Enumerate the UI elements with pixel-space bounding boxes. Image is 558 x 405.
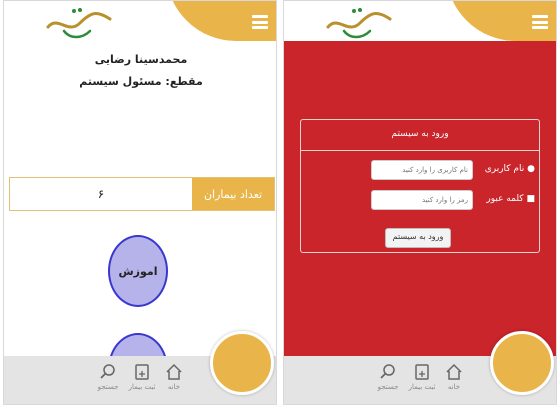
search-icon: [100, 364, 115, 379]
nav-search-label: جستجو: [97, 383, 119, 391]
login-screen: ورود به سیستم ● نام کاربری ■ کلمه عبور و…: [283, 0, 557, 405]
menu-icon[interactable]: [532, 15, 548, 29]
home-icon: [446, 363, 462, 380]
patient-count-value: ۶: [10, 178, 192, 210]
password-label: ■ کلمه عبور: [486, 194, 535, 204]
username-input[interactable]: [371, 160, 473, 180]
login-submit-button[interactable]: ورود به سیستم: [385, 228, 451, 248]
login-title: ورود به سیستم: [391, 129, 449, 139]
nav-register-patient[interactable]: ثبت بیمار: [402, 362, 442, 391]
menu-icon[interactable]: [252, 15, 268, 29]
lock-icon: ■: [526, 194, 535, 204]
profile-name: محمدسینا رضایی: [94, 53, 188, 66]
patient-count-box: ۶ تعداد بیماران: [9, 177, 275, 211]
search-icon: [380, 364, 395, 379]
patient-count-label: تعداد بیماران: [192, 178, 274, 210]
profile-grade: مقطع: مسئول سیستم: [79, 75, 203, 88]
action-fab[interactable]: [210, 331, 274, 395]
login-card: ورود به سیستم ● نام کاربری ■ کلمه عبور و…: [300, 119, 540, 253]
nav-register-label: ثبت بیمار: [128, 383, 156, 391]
nav-register-patient[interactable]: ثبت بیمار: [122, 362, 162, 391]
nav-search[interactable]: جستجو: [368, 362, 408, 391]
nav-search[interactable]: جستجو: [88, 362, 128, 391]
register-patient-icon: [415, 364, 429, 380]
home-icon: [166, 363, 182, 380]
profile-screen: محمدسینا رضایی مقطع: مسئول سیستم ۶ تعداد…: [3, 0, 277, 405]
nav-search-label: جستجو: [377, 383, 399, 391]
login-divider: [301, 150, 539, 151]
app-logo: [46, 8, 112, 39]
register-patient-icon: [135, 364, 149, 380]
username-label: ● نام کاربری: [484, 164, 535, 174]
action-fab[interactable]: [490, 331, 554, 395]
app-logo: [326, 8, 392, 39]
nav-register-label: ثبت بیمار: [408, 383, 436, 391]
password-input[interactable]: [371, 190, 473, 210]
user-icon: ●: [527, 164, 535, 174]
training-button[interactable]: اموزش: [108, 235, 168, 307]
